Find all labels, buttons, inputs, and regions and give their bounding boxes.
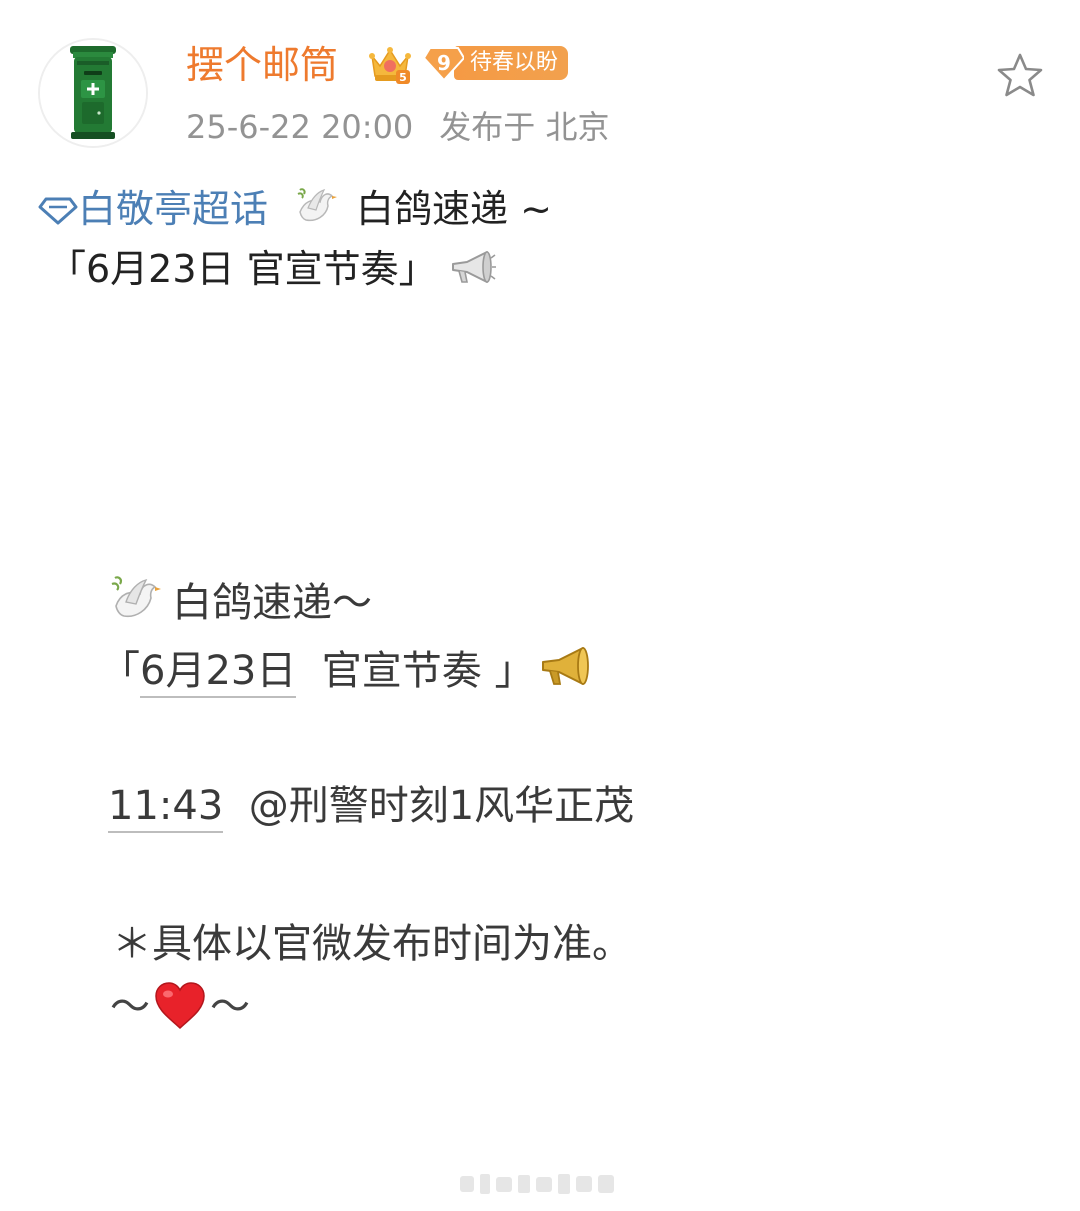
image-title: 白鸽速递～ (172, 580, 372, 626)
post-line-1: 白敬亭超话 白鸽速递 ~ (38, 184, 552, 234)
image-time: 11:43 (108, 783, 224, 833)
post-line-2: 「6月23日 官宣节奏」 (48, 244, 497, 294)
image-title-line: 白鸽速递～ (108, 572, 372, 629)
post-meta: 25-6-22 20:00 发布于 北京 (186, 104, 609, 150)
tilde-left: ～ (110, 984, 150, 1030)
post-line-2-text: 「6月23日 官宣节奏」 (48, 247, 437, 291)
bracket-close: 」 (494, 648, 535, 694)
watermark-mark (460, 1174, 614, 1194)
image-rhythm-line: 「6月23日 官宣节奏 」 (100, 644, 595, 698)
bracket-open: 「 (100, 648, 140, 694)
author-name[interactable]: 摆个邮筒 (186, 40, 338, 90)
post-line-1-text: 白鸽速递 ~ (356, 187, 552, 231)
gem-icon (38, 197, 78, 225)
post-image[interactable]: 白鸽速递～ 「6月23日 官宣节奏 」 11:43 @刑警时刻1风华正茂 ＊具体… (0, 540, 1080, 1140)
image-note: ＊具体以官微发布时间为准。 (112, 921, 632, 967)
megaphone-emoji (541, 647, 589, 685)
crown-level: 5 (399, 71, 407, 84)
topic-link[interactable]: 白敬亭超话 (38, 187, 268, 231)
tilde-right: ～ (210, 984, 250, 1030)
dove-emoji (111, 576, 161, 618)
topic-name: 白敬亭超话 (78, 187, 269, 231)
mailbox-avatar-icon (40, 40, 146, 146)
author-avatar[interactable] (38, 38, 148, 148)
fan-level-number: 9 (437, 51, 451, 75)
fan-badge[interactable]: 9 待春以盼 (422, 44, 569, 82)
dove-emoji (297, 188, 338, 222)
red-heart-emoji (155, 982, 205, 1030)
image-date: 6月23日 (140, 648, 297, 698)
crown-icon[interactable]: 5 (368, 42, 412, 86)
image-heart-line: ～～ (110, 980, 250, 1033)
fan-level: 9 (422, 44, 466, 82)
star-icon[interactable] (996, 52, 1044, 98)
image-time-line: 11:43 @刑警时刻1风华正茂 (108, 780, 635, 833)
image-mention: @刑警时刻1风华正茂 (248, 783, 635, 829)
image-rhythm: 官宣节奏 (321, 648, 482, 694)
post-date: 25-6-22 20:00 (186, 108, 414, 146)
post-location: 发布于 北京 (439, 108, 610, 146)
fan-badge-label: 待春以盼 (454, 46, 569, 80)
megaphone-emoji (451, 251, 496, 283)
